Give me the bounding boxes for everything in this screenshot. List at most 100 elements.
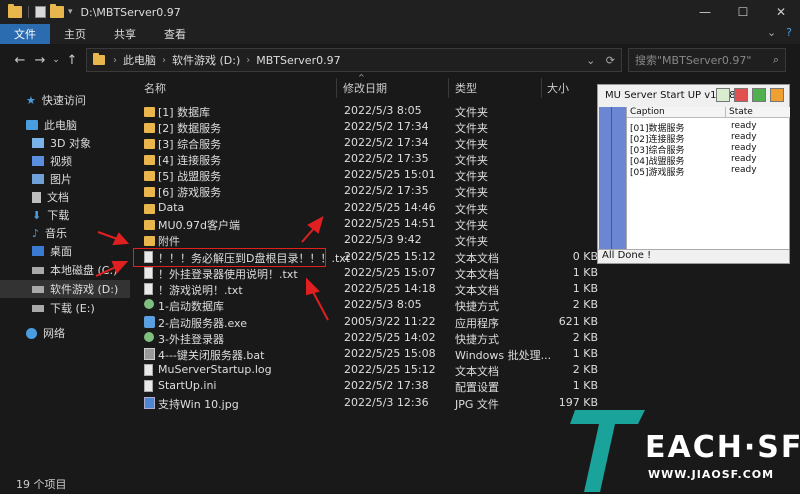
back-arrow-icon[interactable]: ← [10,53,30,68]
tab-view[interactable]: 查看 [150,24,200,44]
new-folder-icon[interactable] [50,4,64,18]
sort-indicator-icon: ^ [358,73,365,82]
search-input[interactable]: 搜索"MBTServer0.97" ⌕ [628,48,786,72]
search-icon[interactable]: ⌕ [773,53,779,67]
batch-file-icon [144,348,155,360]
column-header-name[interactable]: 名称 [144,80,166,96]
file-size: 2 KB [572,363,598,376]
text-file-icon [144,283,153,295]
list-item[interactable]: StartUp.ini 2022/5/2 17:38 配置设置 1 KB [140,378,602,394]
maximize-button[interactable]: ☐ [724,0,762,24]
address-controls[interactable]: ⌄ ⟳ [586,54,615,67]
sidebar-item-downloads[interactable]: ⬇ 下载 [0,206,130,224]
tab-share[interactable]: 共享 [100,24,150,44]
list-item[interactable]: [5] 战盟服务 2022/5/25 15:01 文件夹 [140,167,602,183]
list-item[interactable]: [6] 游戏服务 2022/5/2 17:35 文件夹 [140,183,602,199]
list-item[interactable]: 附件 2022/5/3 9:42 文件夹 [140,232,602,248]
file-name: [1] 数据库 [158,106,211,119]
minimize-button[interactable]: — [686,0,724,24]
breadcrumb-drive-d[interactable]: 软件游戏 (D:) [172,52,240,68]
list-item[interactable]: ！游戏说明！.txt 2022/5/25 14:18 文本文档 1 KB [140,281,602,297]
quick-access-toolbar-dropdown-icon[interactable]: ▾ [68,7,73,17]
file-name: [6] 游戏服务 [158,186,222,199]
up-arrow-icon[interactable]: ↑ [62,53,82,68]
column-divider[interactable] [336,78,337,98]
list-item[interactable]: [4] 连接服务 2022/5/2 17:35 文件夹 [140,151,602,167]
list-item[interactable]: [3] 综合服务 2022/5/2 17:34 文件夹 [140,135,602,151]
file-type: 文本文档 [455,365,499,378]
file-type: JPG 文件 [455,398,499,411]
file-type: 快捷方式 [455,333,499,346]
divider [611,107,612,249]
column-divider[interactable] [448,78,449,98]
expand-ribbon-icon[interactable]: ⌄ [767,26,776,39]
file-type: 文件夹 [455,235,488,248]
list-item[interactable]: 2-启动服务器.exe 2005/3/22 11:22 应用程序 621 KB [140,314,602,330]
column-header-caption[interactable]: Caption [627,107,726,118]
sidebar-item-desktop[interactable]: 桌面 [0,242,130,260]
file-date: 2022/5/2 17:35 [344,152,429,165]
close-icon[interactable] [770,88,784,102]
list-item[interactable]: [1] 数据库 2022/5/3 8:05 文件夹 [140,103,602,119]
file-size: 2 KB [572,331,598,344]
ribbon-tabs: 文件 主页 共享 查看 ⌄ ? [0,24,800,44]
column-header-type[interactable]: 类型 [455,80,477,96]
sidebar-item-quick-access[interactable]: ★ 快速访问 [0,91,130,109]
file-name: ！外挂登录器使用说明！.txt [158,268,298,281]
sidebar-item-drive-e[interactable]: 下载 (E:) [0,299,130,317]
column-header-state[interactable]: State [726,107,790,118]
file-type: Windows 批处理... [455,349,552,362]
shortcut-icon [144,299,154,309]
folder-icon [144,220,155,230]
address-bar[interactable]: › 此电脑 › 软件游戏 (D:) › MBTServer0.97 ⌄ ⟳ [86,48,622,72]
file-name: [5] 战盟服务 [158,170,222,183]
properties-icon[interactable] [35,6,46,18]
list-item[interactable]: 3-外挂登录器 2022/5/25 14:02 快捷方式 2 KB [140,330,602,346]
service-state: ready [731,132,757,142]
file-date: 2022/5/25 14:46 [344,201,436,214]
file-type: 文件夹 [455,122,488,135]
list-item[interactable]: 1-启动数据库 2022/5/3 8:05 快捷方式 2 KB [140,297,602,313]
file-date: 2022/5/25 15:12 [344,250,436,263]
file-size: 1 KB [572,282,598,295]
sidebar-item-3d-objects[interactable]: 3D 对象 [0,134,130,152]
sidebar-item-this-pc[interactable]: 此电脑 [0,116,130,134]
recent-locations-icon[interactable]: ⌄ [50,55,62,65]
list-item[interactable]: 4---键关闭服务器.bat 2022/5/25 15:08 Windows 批处理… [140,346,602,362]
list-item[interactable]: MU0.97d客户端 2022/5/25 14:51 文件夹 [140,216,602,232]
column-divider[interactable] [541,78,542,98]
sidebar-item-videos[interactable]: 视频 [0,152,130,170]
sidebar-item-documents[interactable]: 文档 [0,188,130,206]
file-type: 文件夹 [455,170,488,183]
column-header-size[interactable]: 大小 [547,80,569,96]
breadcrumb-current-folder[interactable]: MBTServer0.97 [256,54,340,67]
navigation-pane: ★ 快速访问 此电脑 3D 对象 视频 图片 文档 ⬇ 下载 ♪ 音乐 桌面 本… [0,78,130,468]
refresh-icon[interactable] [716,88,730,102]
list-item[interactable]: 支持Win 10.jpg 2022/5/3 12:36 JPG 文件 197 KB [140,395,602,411]
help-icon[interactable]: ? [786,26,792,39]
sidebar-item-pictures[interactable]: 图片 [0,170,130,188]
list-item[interactable]: MuServerStartup.log 2022/5/25 15:12 文本文档 2 … [140,362,602,378]
up-icon[interactable] [734,88,748,102]
tab-home[interactable]: 主页 [50,24,100,44]
list-item[interactable]: ！外挂登录器使用说明！.txt 2022/5/25 15:07 文本文档 1 KB [140,265,602,281]
service-state: ready [731,143,757,153]
forward-arrow-icon[interactable]: → [30,53,50,68]
column-header-date[interactable]: 修改日期 [343,80,387,96]
file-date: 2022/5/25 14:02 [344,331,436,344]
highlight-box [133,248,326,267]
file-type: 文件夹 [455,186,488,199]
tab-file[interactable]: 文件 [0,24,50,44]
sidebar-item-music[interactable]: ♪ 音乐 [0,224,130,242]
file-type: 文件夹 [455,219,488,232]
sidebar-item-network[interactable]: 网络 [0,324,130,342]
list-item[interactable]: Data 2022/5/25 14:46 文件夹 [140,200,602,216]
close-button[interactable]: ✕ [762,0,800,24]
list-item[interactable]: [2] 数据服务 2022/5/2 17:34 文件夹 [140,119,602,135]
breadcrumb-this-pc[interactable]: 此电脑 [123,52,156,68]
sidebar-item-drive-d[interactable]: 软件游戏 (D:) [0,280,130,298]
file-date: 2022/5/25 15:08 [344,347,436,360]
down-icon[interactable] [752,88,766,102]
sidebar-item-drive-c[interactable]: 本地磁盘 (C:) [0,261,130,279]
chevron-right-icon: › [113,54,117,66]
